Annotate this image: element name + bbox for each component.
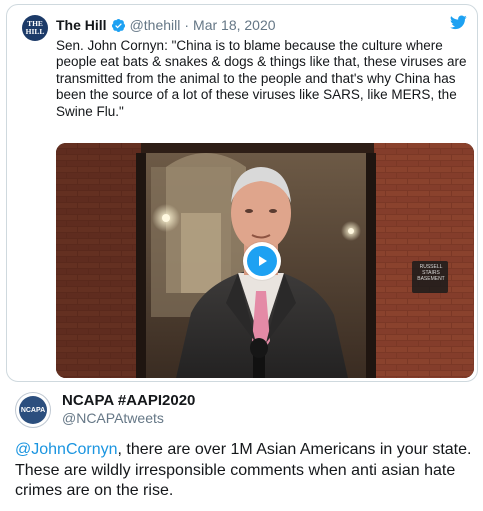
author-name[interactable]: The Hill: [56, 17, 107, 33]
quoted-tweet-header: The Hill @thehill · Mar 18, 2020: [56, 17, 276, 33]
play-button[interactable]: [243, 242, 281, 280]
author-handle[interactable]: @NCAPAtweets: [62, 410, 164, 426]
the-hill-avatar[interactable]: THE HILL: [22, 15, 48, 41]
avatar-text-line-2: HILL: [25, 27, 45, 36]
play-icon: [259, 256, 267, 266]
tweet-date[interactable]: Mar 18, 2020: [193, 17, 276, 33]
author-name[interactable]: NCAPA #AAPI2020: [62, 392, 195, 409]
ncapa-avatar[interactable]: NCAPA: [15, 392, 51, 428]
quoted-tweet-card[interactable]: THE HILL The Hill @thehill · Mar 18, 202…: [6, 4, 478, 382]
video-thumbnail[interactable]: RUSSELL STAIRS BASEMENT: [56, 143, 474, 378]
mention-link[interactable]: @JohnCornyn: [15, 441, 118, 458]
author-handle[interactable]: @thehill: [130, 17, 181, 33]
sign-line-3: BASEMENT: [417, 276, 445, 282]
verified-badge-icon: [111, 18, 125, 32]
separator-dot: ·: [184, 17, 190, 33]
quoted-tweet-text: Sen. John Cornyn: "China is to blame bec…: [56, 38, 467, 119]
twitter-bird-icon[interactable]: [450, 15, 467, 30]
tweet-text: @JohnCornyn, there are over 1M Asian Ame…: [15, 440, 477, 502]
russell-stairs-sign: RUSSELL STAIRS BASEMENT: [416, 264, 446, 282]
ncapa-logo: NCAPA: [19, 396, 47, 424]
